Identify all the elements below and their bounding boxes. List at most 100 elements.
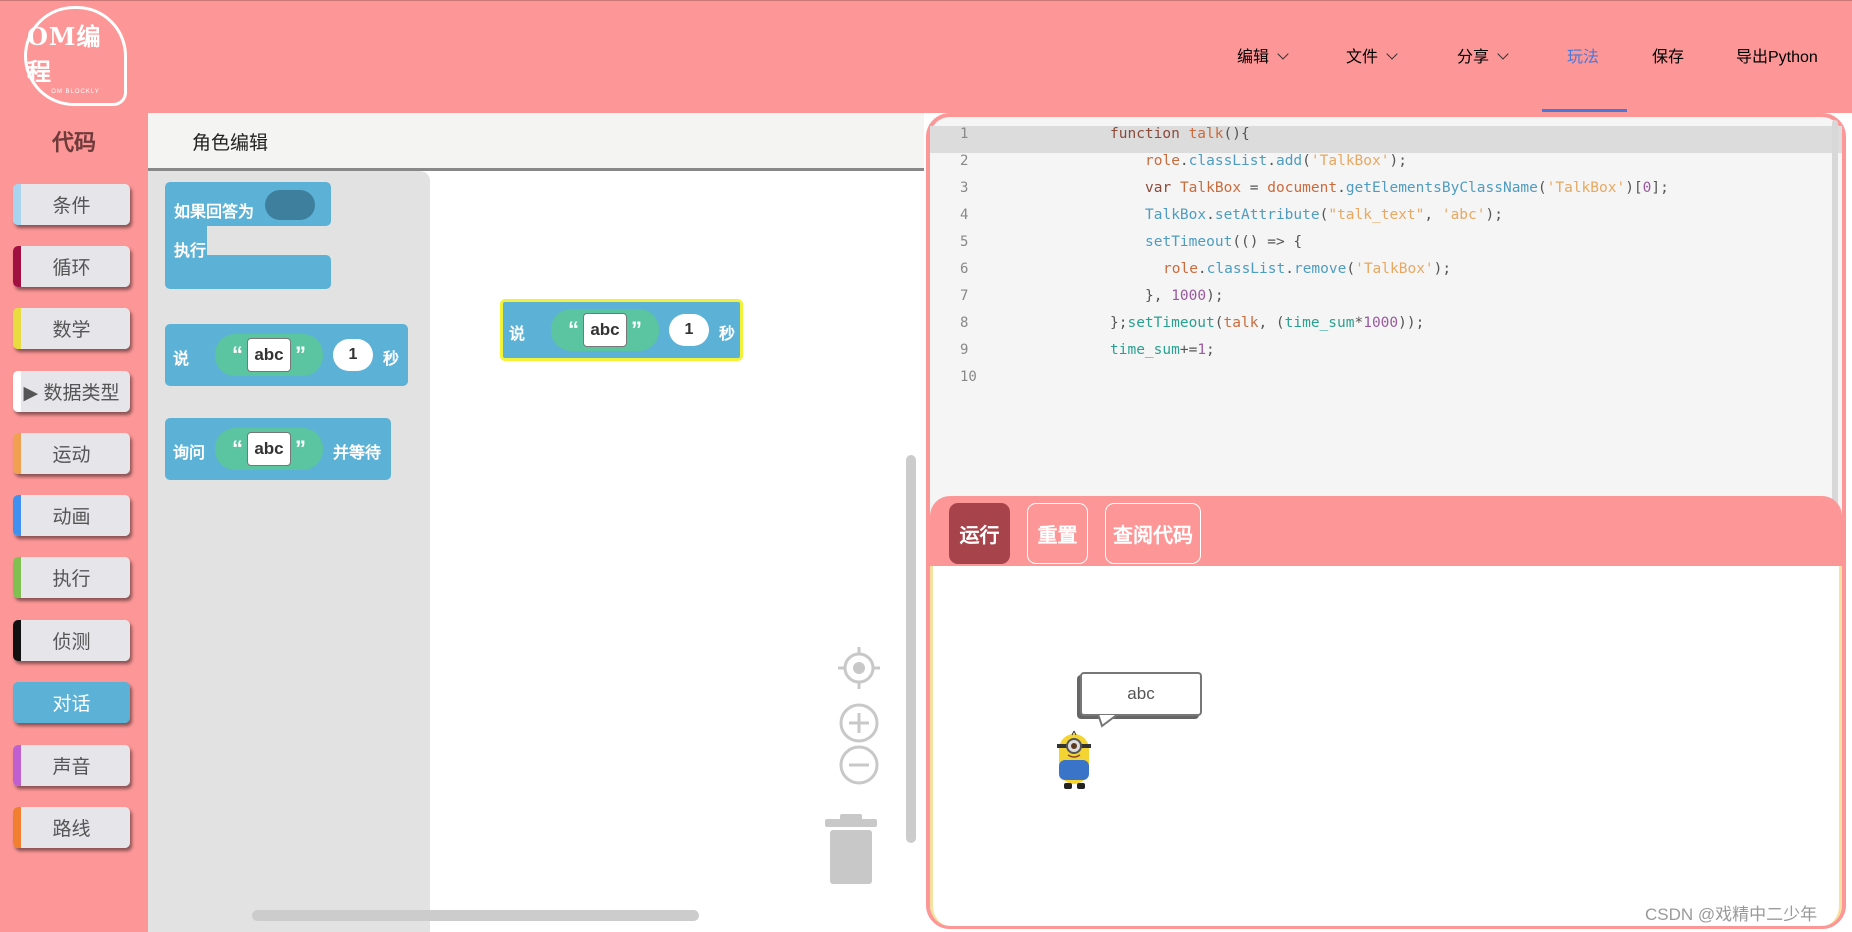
string-input[interactable]: abc: [583, 313, 627, 347]
ask-block[interactable]: 询问 “ abc ” 并等待: [165, 418, 391, 480]
menu-play[interactable]: 玩法: [1567, 43, 1599, 67]
say-label: 说: [509, 326, 526, 343]
save-button[interactable]: 保存: [1652, 43, 1684, 67]
line-number: 4: [960, 207, 969, 223]
category-label: 动画: [52, 507, 91, 528]
trash-icon[interactable]: [822, 814, 880, 886]
code-line: 10: [930, 369, 1842, 396]
say-block[interactable]: 说 “ abc ” 1 秒: [165, 324, 408, 386]
line-number: 7: [960, 288, 969, 304]
do-label: 执行: [174, 243, 207, 260]
minion-sprite-icon[interactable]: [1054, 730, 1096, 792]
code-editor[interactable]: 1 function talk(){ 2 role.classList.add('T…: [930, 117, 1842, 495]
zoom-in-icon[interactable]: [838, 702, 880, 744]
chevron-down-icon: [1386, 48, 1398, 60]
category-color-strip: [13, 184, 21, 225]
line-number: 5: [960, 234, 969, 250]
chevron-down-icon: [1277, 48, 1289, 60]
code-line: 7}, 1000);: [960, 288, 1224, 304]
quote-close-icon: ”: [631, 317, 642, 342]
category-6-button[interactable]: 动画: [13, 495, 130, 536]
category-color-strip: [13, 495, 21, 536]
string-block[interactable]: “ abc ”: [215, 428, 323, 470]
seconds-unit-label: 秒: [383, 351, 400, 368]
string-input[interactable]: abc: [247, 338, 291, 372]
category-label: 对话: [52, 694, 91, 715]
category-color-strip: [13, 246, 21, 287]
zoom-out-icon[interactable]: [838, 744, 880, 786]
workspace-horizontal-scrollbar[interactable]: [252, 910, 699, 921]
category-label: ▶ 数据类型: [23, 383, 120, 404]
menu-file-label: 文件: [1346, 49, 1379, 66]
category-10-button[interactable]: 声音: [13, 745, 130, 786]
category-1-button[interactable]: 条件: [13, 184, 130, 225]
line-number: 8: [960, 315, 969, 331]
category-color-strip: [13, 745, 21, 786]
workspace-say-block[interactable]: 说 “ abc ” 1 秒: [500, 299, 743, 361]
string-input[interactable]: abc: [247, 432, 291, 466]
category-label: 路线: [52, 819, 91, 840]
say-label: 说: [173, 351, 190, 368]
if-answer-label: 如果回答为: [174, 204, 255, 221]
logo-text: OM编程: [27, 22, 102, 86]
menu-share[interactable]: 分享: [1457, 43, 1509, 67]
category-7-button[interactable]: 执行: [13, 557, 130, 598]
workspace-vertical-scrollbar[interactable]: [906, 455, 916, 843]
seconds-unit-label: 秒: [719, 326, 736, 343]
category-color-strip: [13, 807, 21, 848]
speech-bubble-tail-icon: [1096, 714, 1120, 728]
category-label: 侦测: [52, 632, 91, 653]
menu-file[interactable]: 文件: [1346, 43, 1398, 67]
view-code-button[interactable]: 查阅代码: [1105, 503, 1201, 564]
active-tab-indicator: [1542, 109, 1627, 112]
seconds-input[interactable]: 1: [333, 339, 373, 371]
code-line: 8};setTimeout(talk, (time_sum*1000));: [960, 315, 1425, 331]
line-number: 6: [960, 261, 969, 277]
code-line: 5 setTimeout(() => {: [960, 234, 1303, 250]
category-4-button[interactable]: ▶ 数据类型: [13, 371, 130, 412]
category-11-button[interactable]: 路线: [13, 807, 130, 848]
category-label: 循环: [52, 258, 91, 279]
recenter-icon[interactable]: [838, 647, 880, 689]
category-color-strip: [13, 308, 21, 349]
code-line: 1 function talk(){: [930, 126, 1842, 153]
line-number: 9: [960, 342, 969, 358]
string-block[interactable]: “ abc ”: [215, 334, 323, 376]
reset-button[interactable]: 重置: [1027, 503, 1088, 564]
ask-label: 询问: [173, 445, 206, 462]
run-button[interactable]: 运行: [949, 503, 1010, 564]
quote-open-icon: “: [232, 342, 243, 367]
export-python-button[interactable]: 导出Python: [1736, 43, 1818, 67]
tab-role-edit[interactable]: 角色编辑: [192, 128, 268, 155]
block-workspace[interactable]: 说 “ abc ” 1 秒: [430, 171, 924, 932]
logo[interactable]: OM编程 OM BLOCKLY: [24, 6, 127, 106]
code-line: 4 TalkBox.setAttribute("talk_text", 'abc'…: [960, 207, 1503, 223]
category-color-strip: [13, 433, 21, 474]
code-line: 9 time_sum+=1;: [960, 342, 1215, 358]
quote-open-icon: “: [232, 436, 243, 461]
category-2-button[interactable]: 循环: [13, 246, 130, 287]
seconds-input[interactable]: 1: [669, 314, 709, 346]
speech-bubble: abc: [1080, 672, 1202, 716]
category-9-button[interactable]: 对话: [13, 682, 130, 723]
category-label: 条件: [52, 196, 91, 217]
line-number: 1: [960, 126, 969, 142]
tab-code[interactable]: 代码: [0, 113, 148, 168]
quote-open-icon: “: [568, 317, 579, 342]
watermark: CSDN @戏精中二少年: [1645, 905, 1818, 924]
category-5-button[interactable]: 运动: [13, 433, 130, 474]
code-line: 6 role.classList.remove('TalkBox');: [960, 261, 1452, 277]
category-label: 运动: [52, 445, 91, 466]
category-8-button[interactable]: 侦测: [13, 620, 130, 661]
empty-value-slot[interactable]: [265, 190, 315, 220]
menu-edit[interactable]: 编辑: [1237, 43, 1289, 67]
menu-share-label: 分享: [1457, 49, 1490, 66]
category-3-button[interactable]: 数学: [13, 308, 130, 349]
category-color-strip: [13, 557, 21, 598]
category-label: 执行: [52, 569, 91, 590]
logo-subtext: OM BLOCKLY: [51, 89, 100, 95]
category-color-strip: [13, 371, 21, 412]
quote-close-icon: ”: [295, 342, 306, 367]
string-block[interactable]: “ abc ”: [551, 309, 659, 351]
category-color-strip: [13, 620, 21, 661]
